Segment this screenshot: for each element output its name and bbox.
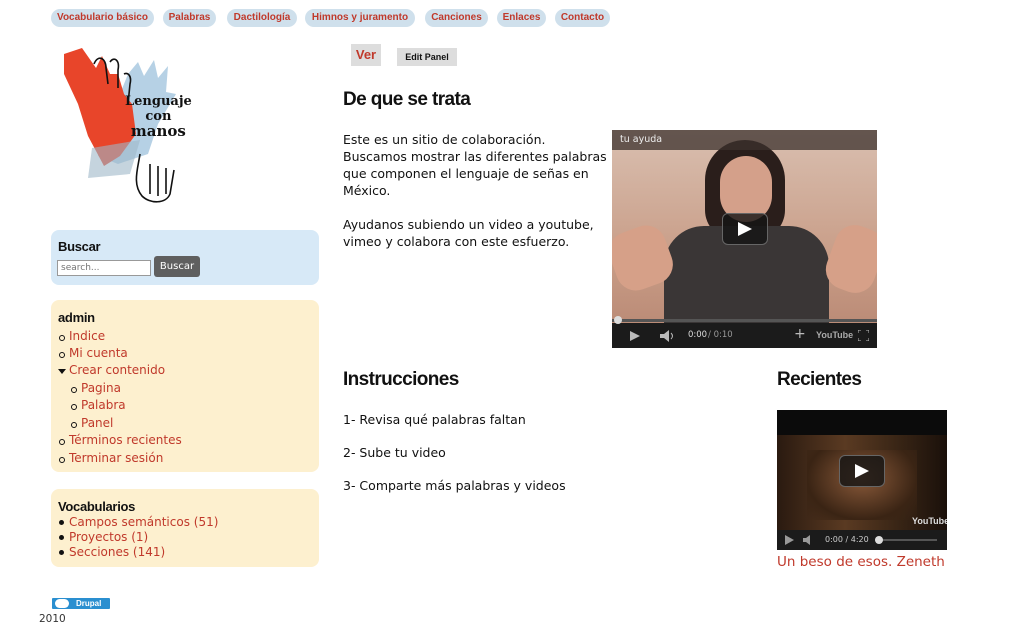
- search-block: Buscar Buscar: [51, 230, 319, 285]
- video-time: 0:00 / 4:20: [825, 535, 869, 544]
- footer-year: 2010: [39, 613, 66, 625]
- link-proyectos[interactable]: Proyectos (1): [69, 530, 148, 544]
- expanded-triangle-icon: [58, 369, 66, 374]
- bullet-icon: [59, 439, 65, 445]
- time-total: / 0:10: [708, 330, 733, 340]
- nav-enlaces[interactable]: Enlaces: [497, 9, 546, 27]
- video-control-bar: 0:00 / 4:20: [777, 530, 947, 550]
- youtube-logo-icon[interactable]: YouTube: [816, 330, 853, 340]
- tab-edit-panel[interactable]: Edit Panel: [397, 48, 457, 66]
- tab-ver[interactable]: Ver: [351, 44, 381, 66]
- instruction-step-2: 2- Sube tu video: [343, 445, 446, 460]
- admin-title: admin: [58, 310, 95, 325]
- nav-dactilologia[interactable]: Dactilología: [227, 9, 297, 27]
- link-terminos-recientes[interactable]: Términos recientes: [69, 433, 182, 447]
- logo-line-1: Lenguaje: [125, 94, 192, 109]
- link-crear-contenido[interactable]: Crear contenido: [69, 363, 165, 377]
- vocabularios-title: Vocabularios: [58, 499, 136, 514]
- bullet-icon: [59, 520, 64, 525]
- help-paragraph: Ayudanos subiendo un video a youtube, vi…: [343, 217, 594, 249]
- instruction-step-1: 1- Revisa qué palabras faltan: [343, 412, 526, 427]
- volume-icon[interactable]: [660, 330, 676, 342]
- fullscreen-icon[interactable]: [858, 330, 869, 341]
- link-palabra[interactable]: Palabra: [81, 398, 126, 412]
- recent-video-link[interactable]: Un beso de esos. Zeneth: [777, 554, 945, 570]
- youtube-logo-icon[interactable]: YouTube: [912, 516, 947, 526]
- search-button[interactable]: Buscar: [154, 256, 200, 277]
- bullet-icon: [59, 457, 65, 463]
- search-title: Buscar: [58, 239, 101, 254]
- page-title: De que se trata: [343, 89, 471, 110]
- vocabularios-block: Vocabularios Campos semánticos (51) Proy…: [51, 489, 319, 567]
- video-player-tu-ayuda[interactable]: tu ayuda 0:00 / 0:10 + YouTube: [612, 130, 877, 348]
- play-icon: [738, 222, 752, 236]
- link-secciones[interactable]: Secciones (141): [69, 545, 165, 559]
- plus-icon[interactable]: +: [794, 326, 806, 342]
- bullet-icon: [71, 387, 77, 393]
- play-icon[interactable]: [630, 331, 640, 341]
- link-indice[interactable]: Indice: [69, 329, 105, 343]
- drupal-badge[interactable]: Drupal: [52, 598, 110, 609]
- progress-track[interactable]: [875, 539, 937, 541]
- play-button[interactable]: [722, 213, 768, 245]
- progress-track[interactable]: [612, 319, 877, 322]
- time-current: 0:00: [688, 330, 708, 340]
- drupal-label: Drupal: [76, 599, 102, 608]
- site-logo[interactable]: Lenguaje con manos: [58, 44, 198, 206]
- play-button[interactable]: [839, 455, 885, 487]
- video-control-bar: 0:00 / 0:10 + YouTube: [612, 316, 877, 348]
- instruction-step-3: 3- Comparte más palabras y videos: [343, 478, 566, 493]
- bullet-icon: [59, 550, 64, 555]
- recientes-title: Recientes: [777, 369, 862, 390]
- instrucciones-title: Instrucciones: [343, 369, 459, 390]
- progress-scrubber[interactable]: [614, 316, 622, 324]
- nav-himnos-y-juramento[interactable]: Himnos y juramento: [305, 9, 415, 27]
- video-title-bar: tu ayuda: [612, 130, 877, 150]
- play-icon: [855, 464, 869, 478]
- video-title: tu ayuda: [620, 134, 663, 145]
- link-campos-semanticos[interactable]: Campos semánticos (51): [69, 515, 218, 529]
- volume-icon[interactable]: [803, 535, 817, 545]
- play-icon[interactable]: [785, 535, 794, 545]
- link-terminar-sesion[interactable]: Terminar sesión: [69, 451, 163, 465]
- logo-line-3: manos: [130, 122, 186, 140]
- link-panel[interactable]: Panel: [81, 416, 113, 430]
- bullet-icon: [71, 404, 77, 410]
- search-input[interactable]: [57, 260, 151, 276]
- link-pagina[interactable]: Pagina: [81, 381, 121, 395]
- nav-palabras[interactable]: Palabras: [163, 9, 216, 27]
- bullet-icon: [71, 422, 77, 428]
- nav-canciones[interactable]: Canciones: [425, 9, 488, 27]
- bullet-icon: [59, 352, 65, 358]
- progress-scrubber[interactable]: [875, 536, 883, 544]
- nav-contacto[interactable]: Contacto: [555, 9, 610, 27]
- admin-block: admin Indice Mi cuenta Crear contenido P…: [51, 300, 319, 472]
- video-player-recientes[interactable]: YouTube 0:00 / 4:20: [777, 410, 947, 550]
- bullet-icon: [59, 335, 65, 341]
- bullet-icon: [59, 535, 64, 540]
- drupal-drop-icon: [55, 599, 69, 608]
- intro-paragraph: Este es un sitio de colaboración. Buscam…: [343, 132, 607, 198]
- link-mi-cuenta[interactable]: Mi cuenta: [69, 346, 128, 360]
- nav-vocabulario-basico[interactable]: Vocabulario básico: [51, 9, 154, 27]
